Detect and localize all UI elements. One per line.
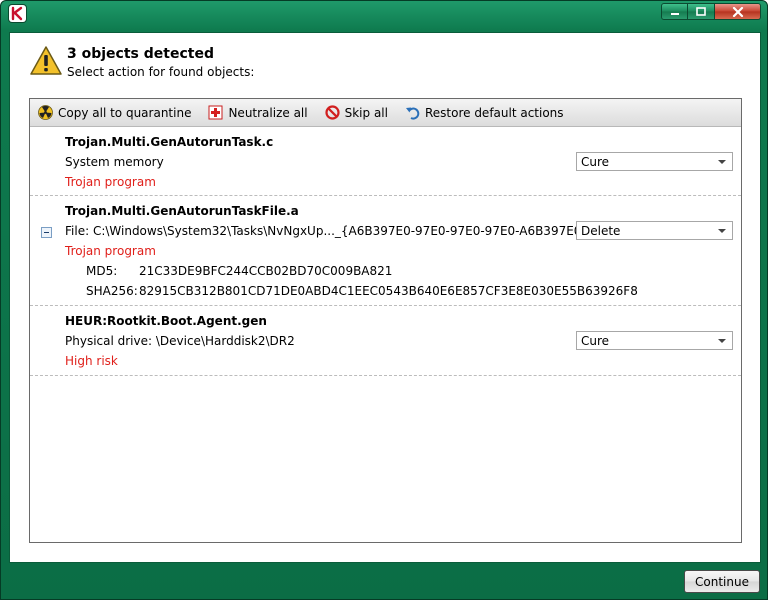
kaspersky-logo-icon [9,5,26,22]
stop-icon [325,105,340,120]
threat-name: Trojan.Multi.GenAutorunTaskFile.a [65,204,299,218]
maximize-button[interactable] [688,3,715,20]
minimize-icon [670,12,679,15]
detected-objects-list[interactable]: Copy all to quarantine Neutralize all Sk… [29,98,742,543]
chevron-down-icon [718,160,726,164]
action-dropdown[interactable]: Cure [576,152,733,171]
md5-label: MD5: [86,264,118,278]
page-subtitle: Select action for found objects: [67,65,255,79]
neutralize-all-button[interactable]: Neutralize all [208,105,308,120]
skip-all-button[interactable]: Skip all [325,105,388,120]
threat-type: Trojan program [65,244,156,258]
threat-type: Trojan program [65,175,156,189]
continue-button[interactable]: Continue [684,570,760,593]
maximize-icon [696,7,706,16]
list-item[interactable]: Trojan.Multi.GenAutorunTask.c System mem… [30,127,741,196]
dialog-client-area: 3 objects detected Select action for fou… [9,32,761,563]
actions-toolbar: Copy all to quarantine Neutralize all Sk… [30,99,741,127]
page-title: 3 objects detected [67,46,214,62]
close-icon [732,6,743,17]
title-bar[interactable] [1,1,767,31]
threat-type: High risk [65,354,118,368]
warning-icon [29,45,63,77]
action-dropdown[interactable]: Delete [576,221,733,240]
copy-all-to-quarantine-button[interactable]: Copy all to quarantine [38,105,191,120]
kaspersky-window: 3 objects detected Select action for fou… [0,0,768,600]
red-cross-icon [208,105,223,120]
threat-location: System memory [65,155,164,169]
action-dropdown-value: Delete [581,224,621,238]
skip-all-label: Skip all [344,105,388,120]
threat-location: File: C:\Windows\System32\Tasks\NvNgxUp.… [65,224,620,238]
threat-name: HEUR:Rootkit.Boot.Agent.gen [65,314,267,328]
sha256-label: SHA256: [86,284,138,298]
list-item[interactable]: HEUR:Rootkit.Boot.Agent.gen Physical dri… [30,306,741,376]
neutralize-all-label: Neutralize all [228,105,308,120]
chevron-down-icon [718,339,726,343]
chevron-down-icon [718,229,726,233]
copy-all-to-quarantine-label: Copy all to quarantine [58,105,192,120]
radiation-icon [38,105,53,120]
close-button[interactable] [715,3,761,20]
action-dropdown-value: Cure [581,155,610,169]
md5-value: 21C33DE9BFC244CCB02BD70C009BA821 [139,264,393,278]
restore-default-actions-label: Restore default actions [424,105,564,120]
list-item[interactable]: Trojan.Multi.GenAutorunTaskFile.a File: … [30,196,741,306]
window-controls [661,3,761,20]
minimize-button[interactable] [661,3,688,20]
threat-location: Physical drive: \Device\Harddisk2\DR2 [65,334,295,348]
action-dropdown[interactable]: Cure [576,331,733,350]
threat-name: Trojan.Multi.GenAutorunTask.c [65,135,274,149]
action-dropdown-value: Cure [581,334,610,348]
sha256-value: 82915CB312B801CD71DE0ABD4C1EEC0543B640E6… [139,284,638,298]
restore-default-actions-button[interactable]: Restore default actions [405,105,564,120]
undo-arrow-icon [405,107,420,120]
collapse-minus-icon[interactable] [41,227,52,238]
